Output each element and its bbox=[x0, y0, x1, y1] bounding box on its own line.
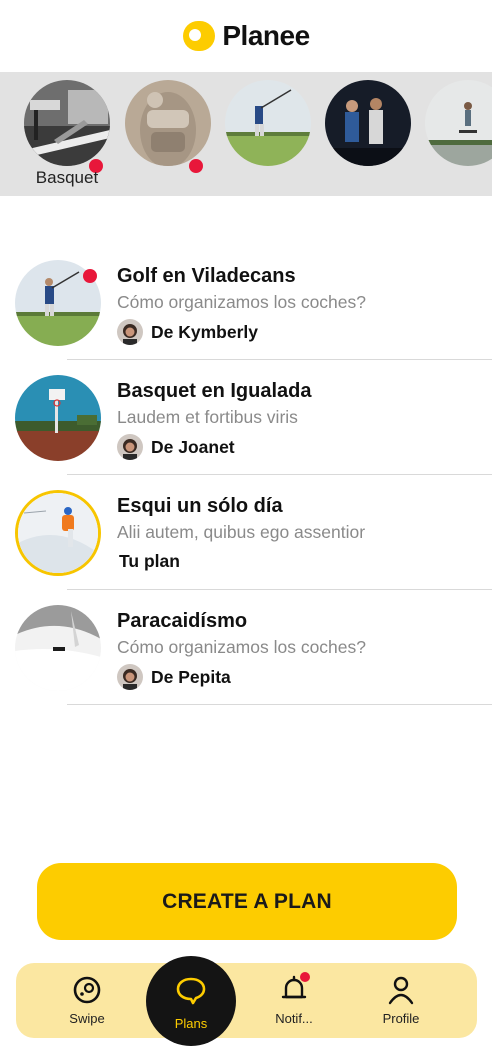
story-basketball[interactable] bbox=[24, 80, 110, 166]
plan-author: De Joanet bbox=[117, 434, 235, 460]
plan-author-name: De Pepita bbox=[151, 666, 231, 687]
divider bbox=[67, 359, 492, 360]
divider bbox=[67, 589, 492, 590]
plan-subtitle: Cómo organizamos los coches? bbox=[117, 292, 367, 312]
planee-logo-icon bbox=[182, 20, 216, 52]
nav-item-notif[interactable]: Notif... bbox=[249, 963, 339, 1038]
plan-author-name: De Joanet bbox=[151, 436, 235, 457]
nav-label-profile: Profile bbox=[382, 1011, 420, 1026]
create-plan-button[interactable]: CREATE A PLAN bbox=[37, 863, 457, 940]
chat-bubble-icon bbox=[176, 977, 206, 1005]
profile-icon bbox=[388, 976, 414, 1005]
stories-carousel[interactable]: Basquet bbox=[0, 72, 492, 196]
plan-title: Golf en Viladecans bbox=[117, 265, 296, 287]
plans-list: Golf en Viladecans Cómo organizamos los … bbox=[0, 255, 492, 715]
plan-author: De Pepita bbox=[117, 664, 231, 690]
plan-item[interactable]: Paracaidísmo Cómo organizamos los coches… bbox=[0, 600, 492, 715]
divider bbox=[67, 474, 492, 475]
plan-own-label: Tu plan bbox=[119, 551, 180, 571]
plan-item[interactable]: Golf en Viladecans Cómo organizamos los … bbox=[0, 255, 492, 370]
plan-image-basketball bbox=[15, 375, 101, 461]
plan-subtitle: Laudem et fortibus viris bbox=[117, 407, 298, 427]
plan-author-name: De Kymberly bbox=[151, 321, 258, 342]
avatar bbox=[117, 319, 143, 345]
story-unread-dot bbox=[189, 159, 203, 173]
app-header: Planee bbox=[0, 0, 492, 72]
nav-label-swipe: Swipe bbox=[69, 1011, 105, 1026]
app-title: Planee bbox=[222, 20, 310, 51]
plan-title: Esqui un sólo día bbox=[117, 495, 283, 517]
divider bbox=[67, 704, 492, 705]
story-golf[interactable] bbox=[225, 80, 311, 166]
nav-item-swipe[interactable]: Swipe bbox=[42, 963, 132, 1038]
bottom-nav: Swipe Notif... Profile bbox=[16, 963, 477, 1038]
notif-badge-dot bbox=[300, 972, 310, 982]
plan-item[interactable]: Basquet en Igualada Laudem et fortibus v… bbox=[0, 370, 492, 485]
nav-item-profile[interactable]: Profile bbox=[356, 963, 446, 1038]
avatar bbox=[117, 434, 143, 460]
avatar bbox=[117, 664, 143, 690]
plan-subtitle: Alii autem, quibus ego assentior bbox=[117, 522, 366, 542]
plan-image-ski bbox=[15, 490, 101, 576]
story-armor[interactable] bbox=[125, 80, 211, 166]
plan-unread-dot bbox=[83, 269, 97, 283]
story-people[interactable] bbox=[325, 80, 411, 166]
nav-item-plans[interactable]: Plans bbox=[146, 956, 236, 1046]
plan-item[interactable]: Esqui un sólo día Alii autem, quibus ego… bbox=[0, 485, 492, 600]
swipe-icon bbox=[73, 976, 101, 1004]
plan-title: Paracaidísmo bbox=[117, 610, 248, 632]
plan-image-skydiving bbox=[15, 605, 101, 691]
nav-label-notif: Notif... bbox=[275, 1011, 313, 1026]
story-skateboard[interactable] bbox=[425, 80, 492, 166]
story-label: Basquet bbox=[35, 168, 99, 187]
plan-subtitle: Cómo organizamos los coches? bbox=[117, 637, 367, 657]
nav-label-plans: Plans bbox=[174, 1016, 208, 1031]
plan-title: Basquet en Igualada bbox=[117, 380, 312, 402]
plan-author: De Kymberly bbox=[117, 319, 258, 345]
